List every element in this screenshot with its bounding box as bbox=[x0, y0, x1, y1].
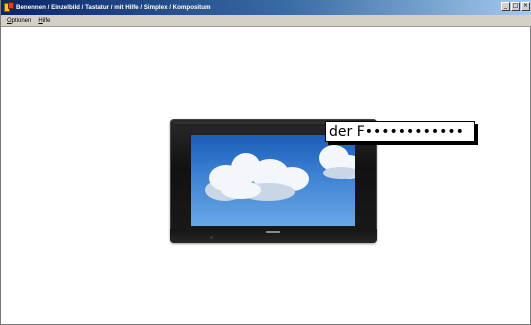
app-icon[interactable] bbox=[4, 2, 14, 13]
tv-brand-mark bbox=[266, 231, 280, 233]
app-window: Benennen / Einzelbild / Tastatur / mit H… bbox=[0, 0, 531, 325]
menu-optionen[interactable]: Optionen bbox=[7, 18, 31, 24]
answer-text: der F•••••••••••• bbox=[329, 123, 464, 140]
answer-field[interactable]: der F•••••••••••• bbox=[325, 121, 475, 142]
maximize-icon[interactable]: □ bbox=[511, 2, 520, 11]
tv-screen bbox=[191, 135, 355, 226]
menu-bar: Optionen Hilfe bbox=[1, 15, 531, 27]
menu-hilfe[interactable]: Hilfe bbox=[38, 18, 50, 24]
close-icon[interactable]: × bbox=[521, 2, 530, 11]
window-title: Benennen / Einzelbild / Tastatur / mit H… bbox=[16, 4, 211, 11]
title-bar[interactable]: Benennen / Einzelbild / Tastatur / mit H… bbox=[1, 0, 531, 15]
minimize-icon[interactable]: _ bbox=[501, 2, 510, 11]
tv-power-led bbox=[210, 236, 213, 239]
window-controls: _ □ × bbox=[501, 2, 530, 11]
